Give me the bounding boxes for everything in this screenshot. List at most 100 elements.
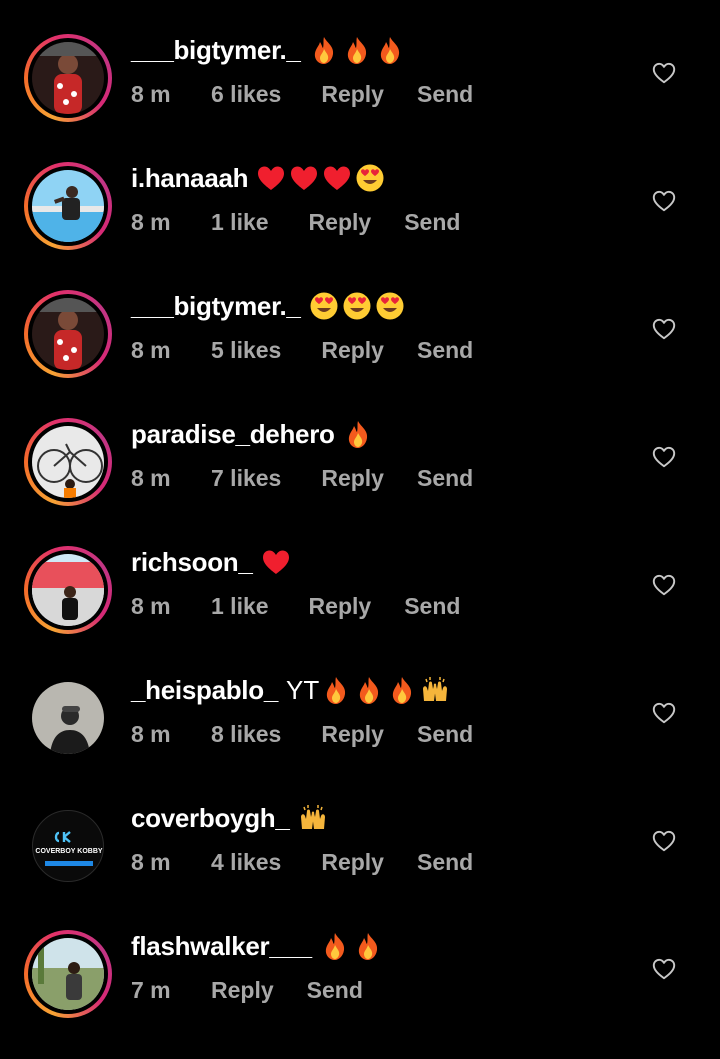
comment-username[interactable]: ___bigtymer._ xyxy=(131,291,301,322)
fire-emoji xyxy=(347,37,366,64)
heart-eyes-emoji xyxy=(343,292,371,320)
heart-eyes-emoji xyxy=(356,164,384,192)
red-heart-emoji xyxy=(291,166,318,190)
heart-outline-icon[interactable] xyxy=(651,700,677,726)
comment-username[interactable]: paradise_dehero xyxy=(131,419,335,450)
avatar-story-ring[interactable] xyxy=(24,546,112,634)
comment-item: ___bigtymer._ 8 m 6 likes Reply Send xyxy=(0,34,720,163)
comment-likes[interactable]: 7 likes xyxy=(211,465,281,492)
fire-emoji xyxy=(360,677,379,704)
send-button[interactable]: Send xyxy=(417,337,473,364)
red-heart-emoji xyxy=(324,166,351,190)
comment-likes[interactable]: 1 like xyxy=(211,209,269,236)
fire-emoji xyxy=(348,421,367,448)
comment-username[interactable]: flashwalker___ xyxy=(131,931,312,962)
comment-username[interactable]: i.hanaaah xyxy=(131,163,249,194)
send-button[interactable]: Send xyxy=(417,849,473,876)
heart-outline-icon[interactable] xyxy=(651,444,677,470)
reply-button[interactable]: Reply xyxy=(211,977,274,1004)
comment-text xyxy=(261,547,294,577)
fire-emoji xyxy=(393,677,412,704)
heart-outline-icon[interactable] xyxy=(651,828,677,854)
comment-text xyxy=(298,803,331,833)
comment-list: ___bigtymer._ 8 m 6 likes Reply Send i.h… xyxy=(0,0,720,1018)
comment-text xyxy=(309,291,408,321)
fire-emoji xyxy=(327,677,346,704)
logo-text: COVERBOY KOBBY xyxy=(35,848,102,855)
comment-likes[interactable]: 5 likes xyxy=(211,337,281,364)
heart-outline-icon[interactable] xyxy=(651,956,677,982)
fire-emoji xyxy=(358,933,377,960)
comment-text xyxy=(256,163,388,193)
reply-button[interactable]: Reply xyxy=(321,337,384,364)
comment-item: flashwalker___ 7 m Reply Send xyxy=(0,930,720,1059)
comment-text xyxy=(343,419,376,449)
heart-eyes-emoji xyxy=(310,292,338,320)
fire-emoji xyxy=(314,37,333,64)
comment-likes[interactable]: 8 likes xyxy=(211,721,281,748)
avatar-story-ring[interactable] xyxy=(24,34,112,122)
send-button[interactable]: Send xyxy=(417,721,473,748)
comment-item: i.hanaaah 8 m 1 like Reply Send xyxy=(0,162,720,291)
comment-item: richsoon_ 8 m 1 like Reply Send xyxy=(0,546,720,675)
comment-username[interactable]: coverboygh_ xyxy=(131,803,290,834)
avatar-story-ring[interactable] xyxy=(24,162,112,250)
reply-button[interactable]: Reply xyxy=(309,593,372,620)
send-button[interactable]: Send xyxy=(307,977,363,1004)
comment-item: paradise_dehero 8 m 7 likes Reply Send xyxy=(0,418,720,547)
comment-likes[interactable]: 1 like xyxy=(211,593,269,620)
reply-button[interactable]: Reply xyxy=(309,209,372,236)
avatar-story-ring[interactable] xyxy=(24,290,112,378)
reply-button[interactable]: Reply xyxy=(321,465,384,492)
comment-text xyxy=(309,35,408,65)
avatar[interactable] xyxy=(32,42,104,114)
comment-time: 8 m xyxy=(131,336,171,363)
red-heart-emoji xyxy=(258,166,285,190)
avatar[interactable] xyxy=(32,170,104,242)
heart-outline-icon[interactable] xyxy=(651,572,677,598)
avatar-story-ring[interactable] xyxy=(24,418,112,506)
comment-time: 7 m xyxy=(131,976,171,1003)
send-button[interactable]: Send xyxy=(404,209,460,236)
heart-outline-icon[interactable] xyxy=(651,316,677,342)
avatar[interactable] xyxy=(32,298,104,370)
comment-time: 8 m xyxy=(131,592,171,619)
reply-button[interactable]: Reply xyxy=(321,81,384,108)
comment-text-word: YT xyxy=(285,674,320,705)
comment-time: 8 m xyxy=(131,720,171,747)
avatar[interactable] xyxy=(32,938,104,1010)
heart-outline-icon[interactable] xyxy=(651,188,677,214)
reply-button[interactable]: Reply xyxy=(321,849,384,876)
avatar[interactable] xyxy=(32,682,104,754)
coverboy-logo: COVERBOY KOBBY xyxy=(35,831,103,866)
fire-emoji xyxy=(380,37,399,64)
send-button[interactable]: Send xyxy=(417,465,473,492)
comment-item: ___bigtymer._ 8 m 5 likes Reply Send xyxy=(0,290,720,419)
comment-username[interactable]: richsoon_ xyxy=(131,547,253,578)
comment-time: 8 m xyxy=(131,464,171,491)
comment-text xyxy=(320,931,386,961)
comment-item: COVERBOY KOBBY coverboygh_ 8 m 4 likes R… xyxy=(0,803,720,931)
heart-outline-icon[interactable] xyxy=(651,60,677,86)
comment-username[interactable]: ___bigtymer._ xyxy=(131,35,301,66)
heart-eyes-emoji xyxy=(376,292,404,320)
send-button[interactable]: Send xyxy=(417,81,473,108)
reply-button[interactable]: Reply xyxy=(321,721,384,748)
avatar-wrapper[interactable]: COVERBOY KOBBY xyxy=(24,802,112,890)
fire-emoji xyxy=(325,933,344,960)
avatar[interactable] xyxy=(32,426,104,498)
avatar-story-ring[interactable] xyxy=(24,930,112,1018)
raising-hands-emoji xyxy=(423,677,448,701)
red-heart-emoji xyxy=(262,550,289,574)
avatar-wrapper[interactable] xyxy=(24,674,112,762)
avatar[interactable] xyxy=(32,554,104,626)
comment-likes[interactable]: 6 likes xyxy=(211,81,281,108)
raising-hands-emoji xyxy=(300,805,325,829)
comment-time: 8 m xyxy=(131,208,171,235)
avatar[interactable]: COVERBOY KOBBY xyxy=(32,810,104,882)
comment-likes[interactable]: 4 likes xyxy=(211,849,281,876)
comment-text: YT xyxy=(286,675,453,706)
send-button[interactable]: Send xyxy=(404,593,460,620)
comment-item: _heispablo_ YT 8 m 8 likes Reply Send xyxy=(0,675,720,803)
comment-username[interactable]: _heispablo_ xyxy=(131,675,278,706)
